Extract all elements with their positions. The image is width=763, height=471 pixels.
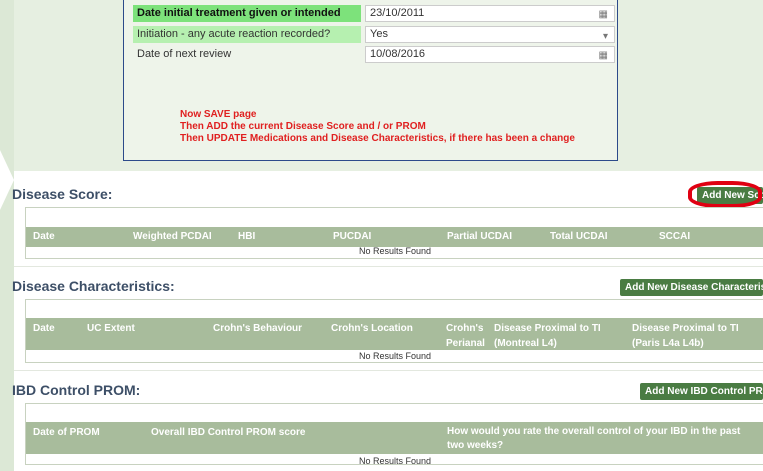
disease-characteristics-header: Date UC Extent Crohn's Behaviour Crohn's… (26, 318, 763, 350)
save-instruction-1: Now SAVE page (180, 109, 257, 120)
calendar-icon[interactable]: ▦ (599, 7, 608, 22)
ibd-control-prom-grid: Date of PROM Overall IBD Control PROM sc… (25, 403, 763, 466)
no-results-text: No Results Found (358, 456, 432, 466)
column-header[interactable]: Disease Proximal to TI (Montreal L4) (494, 321, 614, 351)
column-header[interactable]: Disease Proximal to TI (Paris L4a L4b) (632, 321, 760, 351)
left-decorative-stripe (0, 0, 14, 471)
divider (14, 266, 763, 267)
column-header[interactable]: Crohn's Perianal (446, 321, 488, 351)
initial-treatment-date-value: 23/10/2011 (370, 7, 425, 19)
no-results-text: No Results Found (358, 246, 432, 256)
next-review-date-input[interactable]: 10/08/2016 ▦ (365, 46, 615, 63)
column-header[interactable]: Overall IBD Control PROM score (151, 427, 305, 438)
add-new-ibd-control-prom-button[interactable]: Add New IBD Control PROM (640, 383, 763, 400)
column-header[interactable]: How would you rate the overall control o… (447, 425, 747, 453)
column-header[interactable]: Total UCDAI (550, 227, 608, 247)
disease-characteristics-grid: Date UC Extent Crohn's Behaviour Crohn's… (25, 299, 763, 363)
column-header[interactable]: Date (33, 323, 55, 334)
column-header[interactable]: UC Extent (87, 323, 135, 334)
disease-score-header: Date Weighted PCDAI HBI PUCDAI Partial U… (26, 227, 763, 247)
column-header[interactable]: Partial UCDAI (447, 227, 512, 247)
acute-reaction-value: Yes (370, 28, 388, 40)
highlight-circle (688, 181, 762, 208)
divider (14, 370, 763, 371)
initial-treatment-date-label: Date initial treatment given or intended (133, 5, 361, 22)
column-header[interactable]: Date (33, 227, 55, 247)
ibd-control-prom-title: IBD Control PROM: (12, 382, 141, 398)
acute-reaction-label: Initiation - any acute reaction recorded… (133, 26, 361, 43)
column-header[interactable]: HBI (238, 227, 255, 247)
column-header[interactable]: SCCAI (659, 227, 690, 247)
column-header[interactable]: Date of PROM (33, 427, 100, 438)
save-instruction-3: Then UPDATE Medications and Disease Char… (180, 133, 575, 144)
disease-score-grid: Date Weighted PCDAI HBI PUCDAI Partial U… (25, 207, 763, 259)
column-header[interactable]: Crohn's Behaviour (213, 323, 302, 334)
column-header[interactable]: Crohn's Location (331, 323, 413, 334)
column-header[interactable]: PUCDAI (333, 227, 371, 247)
ibd-control-prom-header: Date of PROM Overall IBD Control PROM sc… (26, 422, 763, 454)
initial-treatment-date-input[interactable]: 23/10/2011 ▦ (365, 5, 615, 22)
disease-characteristics-title: Disease Characteristics: (12, 278, 175, 294)
save-instruction-2: Then ADD the current Disease Score and /… (180, 121, 426, 132)
calendar-icon[interactable]: ▦ (599, 48, 608, 63)
next-review-date-label: Date of next review (137, 48, 232, 60)
column-header[interactable]: Weighted PCDAI (133, 227, 212, 247)
no-results-text: No Results Found (358, 351, 432, 361)
save-instructions: Now SAVE page Then ADD the current Disea… (180, 109, 575, 145)
dropdown-arrow-icon[interactable]: ▾ (603, 29, 608, 44)
disease-score-title: Disease Score: (12, 186, 113, 202)
acute-reaction-select[interactable]: Yes ▾ (365, 26, 615, 43)
next-review-date-value: 10/08/2016 (370, 48, 426, 60)
add-new-disease-characteristics-button[interactable]: Add New Disease Characteristics (620, 279, 763, 296)
